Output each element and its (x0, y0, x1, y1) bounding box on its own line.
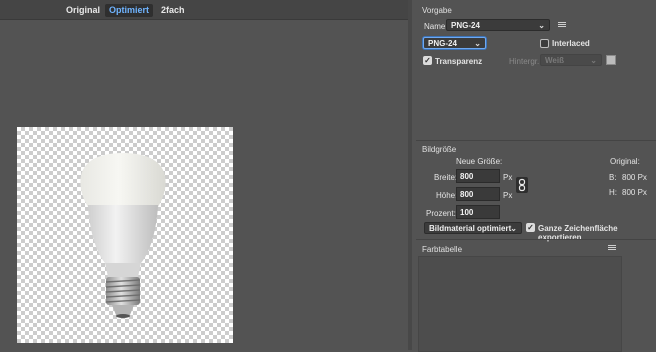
orig-h-value: 800 Px (622, 188, 647, 197)
preset-name-dropdown[interactable]: PNG-24 ⌄ (446, 19, 550, 31)
name-label: Name: (424, 22, 448, 31)
tab-original[interactable]: Original (62, 4, 104, 17)
prozent-label: Prozent: (426, 209, 456, 218)
chevron-down-icon: ⌄ (510, 224, 517, 233)
hintergrund-value: Weiß (545, 56, 564, 65)
resample-value: Bildmaterial optimiert (429, 224, 512, 233)
hintergrund-dropdown[interactable]: Weiß ⌄ (540, 54, 602, 66)
color-table-menu-icon[interactable] (608, 245, 616, 251)
file-format-value: PNG-24 (428, 39, 457, 48)
original-label: Original: (610, 157, 640, 166)
chevron-down-icon: ⌄ (590, 56, 597, 65)
neue-groesse-label: Neue Größe: (456, 157, 503, 166)
export-settings-panel: Vorgabe Name: PNG-24 ⌄ PNG-24 ⌄ Interlac… (412, 0, 656, 352)
hoehe-label: Höhe: (436, 191, 458, 200)
orig-b-value: 800 Px (622, 173, 647, 182)
breite-unit: Px (503, 173, 513, 182)
color-swatch-icon[interactable] (606, 55, 616, 65)
chevron-down-icon: ⌄ (474, 39, 481, 48)
transparenz-label: Transparenz (435, 57, 483, 66)
lightbulb-image (80, 153, 166, 318)
image-preview[interactable] (17, 127, 233, 343)
file-format-dropdown[interactable]: PNG-24 ⌄ (423, 37, 486, 49)
tab-2fach[interactable]: 2fach (157, 4, 189, 17)
chain-link-icon[interactable] (516, 177, 528, 193)
vorgabe-title: Vorgabe (422, 6, 452, 15)
farbtabelle-title: Farbtabelle (422, 245, 463, 254)
interlaced-checkbox[interactable] (540, 39, 549, 48)
breite-label: Breite: (434, 173, 458, 182)
view-tab-bar: Original Optimiert 2fach (0, 0, 408, 20)
artboard-checkbox[interactable]: ✓ (526, 223, 535, 232)
chevron-down-icon: ⌄ (538, 21, 545, 30)
resample-dropdown[interactable]: Bildmaterial optimiert ⌄ (424, 222, 522, 234)
hintergrund-label: Hintergr.: (509, 57, 542, 66)
hoehe-unit: Px (503, 191, 513, 200)
section-divider (416, 239, 656, 240)
section-divider (416, 140, 656, 141)
prozent-input[interactable]: 100 (456, 205, 500, 219)
tab-optimiert[interactable]: Optimiert (105, 4, 154, 17)
preset-name-value: PNG-24 (451, 21, 480, 30)
transparenz-checkbox[interactable]: ✓ (423, 56, 432, 65)
orig-h-label: H: (609, 188, 617, 197)
color-table-area[interactable] (418, 256, 622, 352)
breite-input[interactable]: 800 (456, 169, 500, 183)
bildgroesse-title: Bildgröße (422, 145, 457, 154)
interlaced-label: Interlaced (552, 39, 590, 48)
preset-menu-icon[interactable] (558, 22, 566, 28)
orig-b-label: B: (609, 173, 617, 182)
hoehe-input[interactable]: 800 (456, 187, 500, 201)
